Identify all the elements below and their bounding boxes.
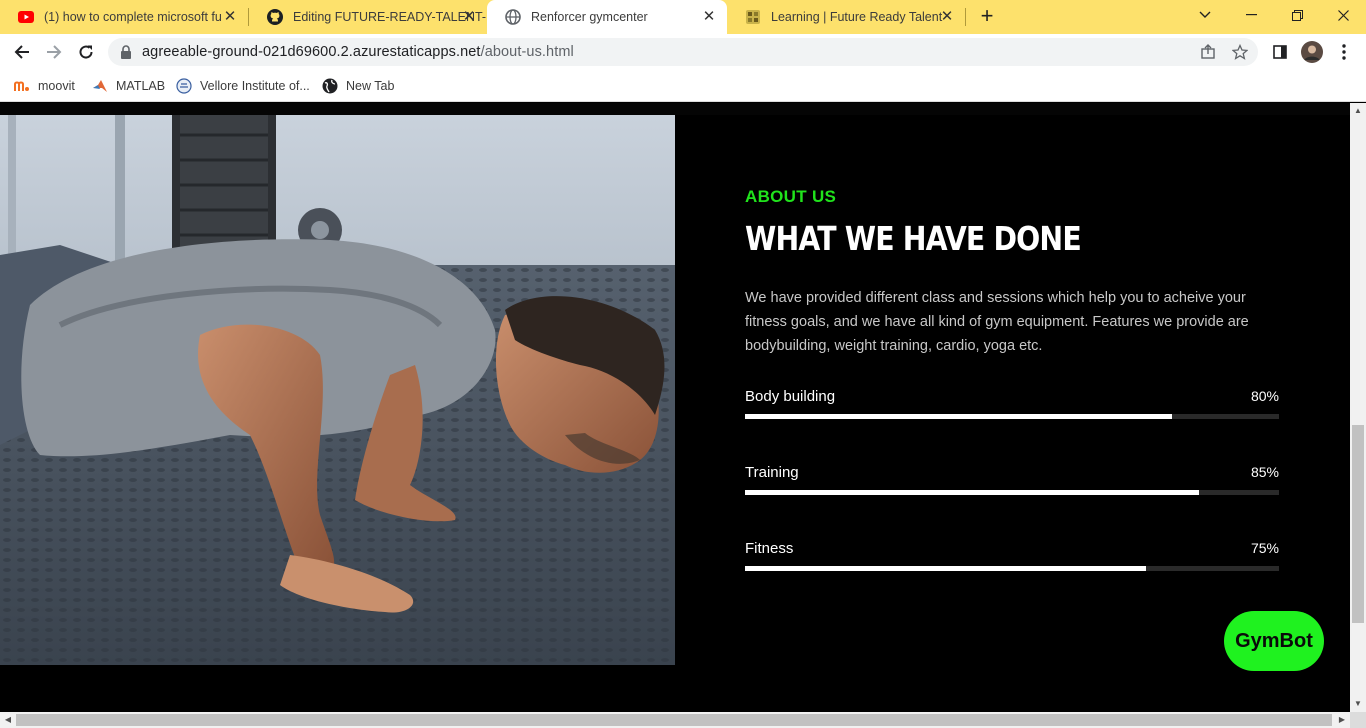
progress-fill [745, 490, 1199, 495]
scroll-right-icon[interactable]: ▶ [1334, 712, 1350, 728]
tab-title: Editing FUTURE-READY-TALENT- [293, 10, 487, 24]
tab-github[interactable]: Editing FUTURE-READY-TALENT- ✕ [249, 0, 487, 34]
globe-icon [505, 9, 521, 25]
skill-name: Training [745, 464, 799, 481]
horizontal-scrollbar[interactable]: ◀ ▶ [0, 712, 1350, 728]
bookmark-label: Vellore Institute of... [200, 79, 310, 93]
vertical-scrollbar[interactable]: ▲ ▼ [1350, 103, 1366, 712]
browser-toolbar: agreeable-ground-021d69600.2.azurestatic… [0, 34, 1366, 70]
progress-fill [745, 414, 1173, 419]
skill-name: Fitness [745, 540, 794, 557]
tab-title: Renforcer gymcenter [531, 10, 648, 24]
skill-fitness: Fitness 75% [745, 540, 1279, 580]
forward-icon[interactable] [42, 40, 66, 64]
profile-avatar[interactable] [1300, 40, 1324, 64]
tab-title: Learning | Future Ready Talent [771, 10, 943, 24]
gymbot-chat-button[interactable]: GymBot [1224, 611, 1324, 671]
scroll-down-icon[interactable]: ▼ [1350, 696, 1366, 712]
skill-training: Training 85% [745, 464, 1279, 504]
moovit-icon [14, 78, 30, 94]
frt-logo-icon [745, 9, 761, 25]
minimize-icon[interactable] [1228, 0, 1274, 30]
bookmark-matlab[interactable]: MATLAB [92, 76, 165, 96]
scroll-left-icon[interactable]: ◀ [0, 712, 16, 728]
side-panel-icon[interactable] [1268, 40, 1292, 64]
bookmark-vellore[interactable]: Vellore Institute of... [176, 76, 310, 96]
close-tab-icon[interactable]: ✕ [939, 9, 955, 25]
bookmark-new-tab[interactable]: New Tab [322, 76, 394, 96]
github-icon [267, 9, 283, 25]
tab-learning[interactable]: Learning | Future Ready Talent ✕ [727, 0, 965, 34]
skill-percent: 85% [1250, 464, 1279, 480]
matlab-icon [92, 78, 108, 94]
bookmarks-bar: moovit MATLAB Vellore Institute of... Ne… [0, 70, 1366, 102]
about-heading: WHAT WE HAVE DONE [745, 219, 1082, 258]
close-tab-icon[interactable]: ✕ [461, 9, 477, 25]
scrollbar-thumb[interactable] [16, 714, 1332, 726]
globe-icon [322, 78, 338, 94]
about-eyebrow: ABOUT US [745, 187, 837, 206]
reload-icon[interactable] [74, 40, 98, 64]
scroll-up-icon[interactable]: ▲ [1350, 103, 1366, 119]
new-tab-button[interactable]: + [976, 5, 998, 27]
progress-track [745, 414, 1279, 419]
skill-name: Body building [745, 388, 836, 405]
share-icon[interactable] [1200, 44, 1216, 60]
page-content: ABOUT US WHAT WE HAVE DONE We have provi… [0, 103, 1350, 712]
skill-percent: 80% [1250, 388, 1279, 404]
about-description: We have provided different class and ses… [745, 290, 1249, 354]
skill-percent: 75% [1250, 540, 1279, 556]
progress-track [745, 490, 1279, 495]
tab-youtube[interactable]: (1) how to complete microsoft fu ✕ [0, 0, 248, 34]
section-divider [0, 103, 1350, 115]
progress-fill [745, 566, 1146, 571]
close-tab-icon[interactable]: ✕ [222, 9, 238, 25]
bookmark-label: New Tab [346, 79, 395, 93]
tab-search-icon[interactable] [1182, 0, 1228, 30]
address-bar[interactable]: agreeable-ground-021d69600.2.azurestatic… [108, 38, 1258, 66]
tab-strip: (1) how to complete microsoft fu ✕ Editi… [0, 0, 1366, 34]
bookmark-label: moovit [38, 79, 75, 93]
bookmark-label: MATLAB [116, 79, 166, 93]
skill-body-building: Body building 80% [745, 388, 1279, 428]
close-window-icon[interactable] [1320, 0, 1366, 30]
scrollbar-corner [1350, 712, 1366, 728]
bookmark-moovit[interactable]: moovit [14, 76, 75, 96]
url-host: agreeable-ground-021d69600.2.azurestatic… [142, 44, 481, 60]
man-doing-pushups-photo [0, 115, 675, 665]
youtube-icon [18, 9, 34, 25]
url-text: agreeable-ground-021d69600.2.azurestatic… [142, 44, 574, 60]
vit-icon [176, 78, 192, 94]
url-path: /about-us.html [480, 44, 574, 60]
restore-icon[interactable] [1274, 0, 1320, 30]
menu-kebab-icon[interactable] [1332, 40, 1356, 64]
tab-separator [965, 8, 966, 26]
tab-title: (1) how to complete microsoft fu [44, 10, 222, 24]
scrollbar-thumb[interactable] [1352, 425, 1364, 623]
bookmark-star-icon[interactable] [1231, 43, 1249, 60]
lock-icon[interactable] [120, 45, 132, 64]
progress-track [745, 566, 1279, 571]
tab-renforcer-active[interactable]: Renforcer gymcenter ✕ [487, 0, 727, 34]
close-tab-icon[interactable]: ✕ [701, 9, 717, 25]
back-icon[interactable] [10, 40, 34, 64]
